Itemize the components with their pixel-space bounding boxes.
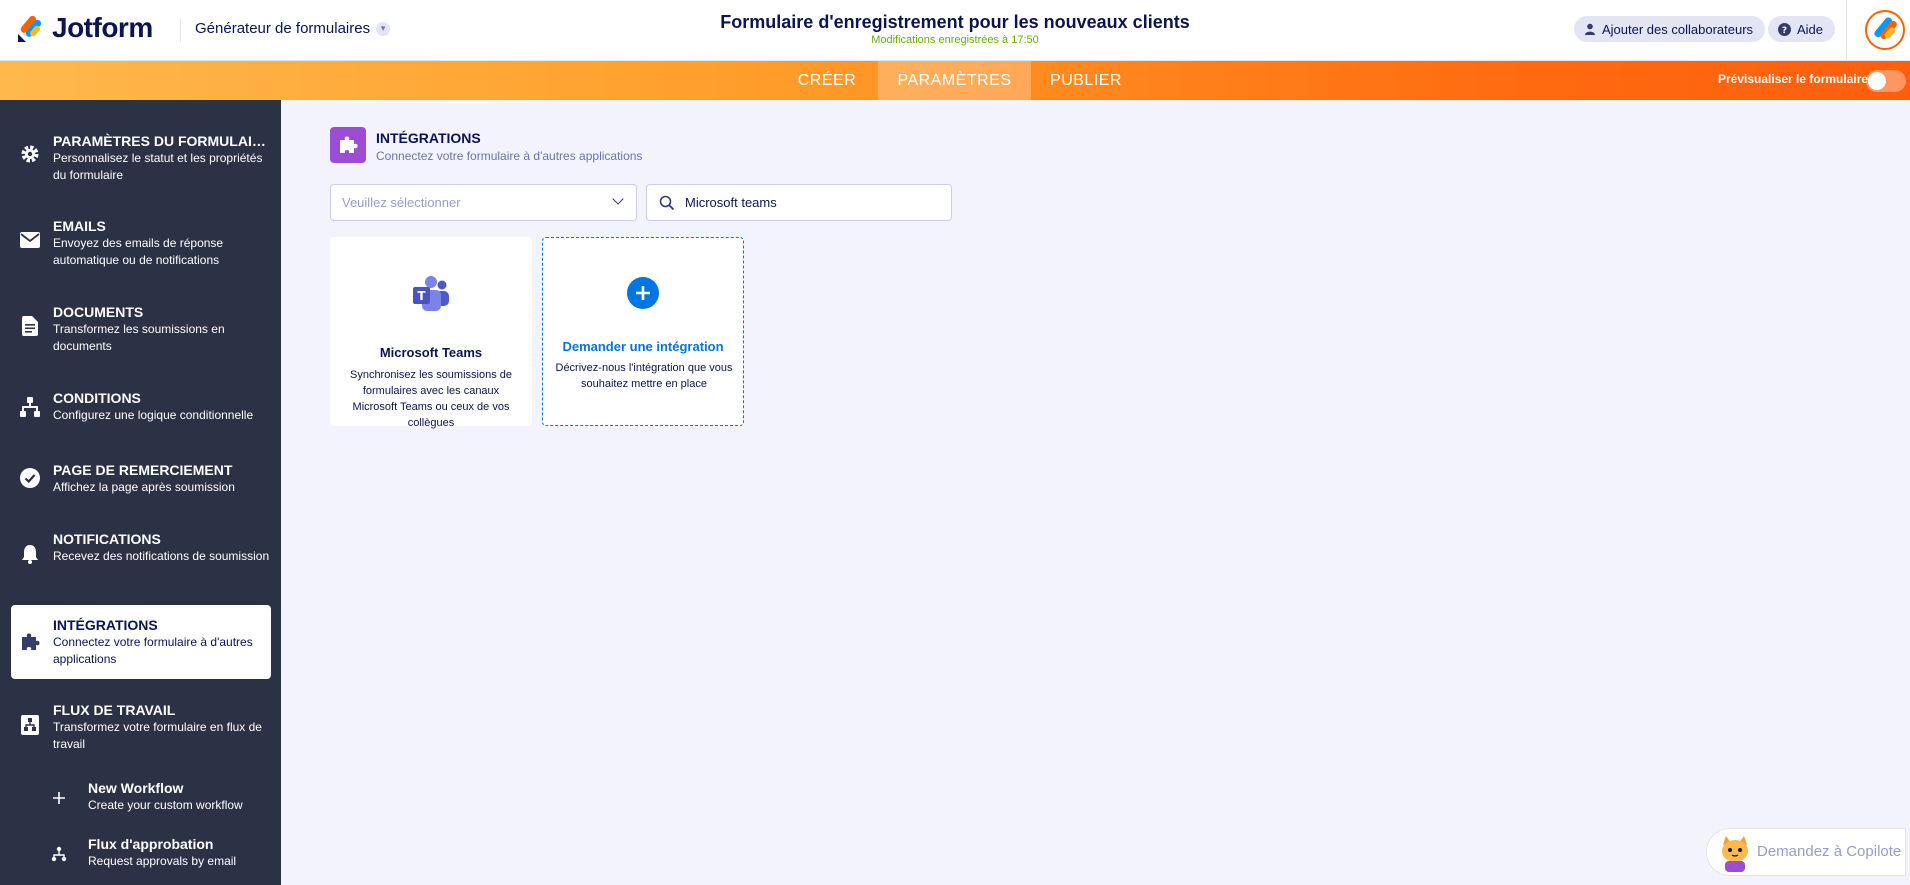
card-description: Décrivez-nous l'intégration que vous sou… [555, 362, 733, 390]
settings-sidebar: PARAMÈTRES DU FORMULAIRE Personnalisez l… [0, 100, 281, 885]
section-description: Connectez votre formulaire à d'autres ap… [376, 149, 643, 163]
sidebar-item-title: INTÉGRATIONS [53, 617, 158, 633]
puzzle-icon [19, 631, 41, 653]
sidebar-item-title: CONDITIONS [53, 390, 141, 406]
sidebar-item-notifications[interactable]: NOTIFICATIONS Recevez des notifications … [11, 521, 271, 585]
sidebar-item-title: FLUX DE TRAVAIL [53, 702, 176, 718]
sidebar-item-thank-you-page[interactable]: PAGE DE REMERCIEMENT Affichez la page ap… [11, 452, 271, 502]
subitem-desc: Create your custom workflow [88, 798, 243, 812]
tab-publish[interactable]: PUBLIER [1031, 61, 1141, 100]
sidebar-item-conditions[interactable]: CONDITIONS Configurez une logique condit… [11, 380, 271, 430]
avatar-logo-icon [1874, 17, 1897, 40]
card-title: Microsoft Teams [379, 345, 483, 360]
sidebar-item-emails[interactable]: EMAILS Envoyez des emails de réponse aut… [11, 208, 271, 272]
card-description: Synchronisez les soumissions de formulai… [349, 369, 513, 429]
copilot-button[interactable]: Demandez à Copilote [1706, 828, 1906, 876]
chevron-down-icon [612, 193, 624, 205]
sidebar-subitem-new-workflow[interactable]: New Workflow Create your custom workflow [50, 780, 270, 820]
puzzle-icon [340, 136, 358, 153]
check-circle-icon [19, 467, 41, 489]
add-collaborators-button[interactable]: Ajouter des collaborateurs [1574, 16, 1766, 42]
subitem-desc: Request approvals by email [88, 854, 237, 868]
collaborators-label: Ajouter des collaborateurs [1602, 21, 1754, 37]
question-icon: ? [1778, 22, 1791, 36]
bell-icon [19, 543, 41, 565]
copilot-label: Demandez à Copilote [1757, 843, 1902, 860]
sidebar-item-title: NOTIFICATIONS [53, 531, 161, 547]
sidebar-item-desc: Affichez la page après soumission [53, 480, 235, 494]
sidebar-item-form-settings[interactable]: PARAMÈTRES DU FORMULAIRE Personnalisez l… [11, 123, 271, 187]
microsoft-teams-icon: T [413, 276, 449, 311]
section-title: INTÉGRATIONS [376, 130, 481, 146]
sidebar-item-desc: Transformez les soumissions en documents [53, 322, 225, 353]
document-icon [19, 315, 41, 337]
search-icon [659, 195, 675, 211]
sidebar-item-desc: Transformez votre formulaire en flux de … [53, 720, 262, 751]
search-input[interactable] [685, 185, 945, 220]
copilot-avatar-icon [1722, 836, 1748, 872]
sidebar-item-integrations[interactable]: INTÉGRATIONS Connectez votre formulaire … [11, 605, 271, 679]
sidebar-item-desc: Configurez une logique conditionnelle [53, 408, 254, 422]
preview-toggle[interactable] [1866, 70, 1906, 92]
integrations-section-icon [330, 127, 366, 163]
preview-label: Prévisualiser le formulaire [1718, 72, 1869, 86]
gear-icon [19, 143, 41, 165]
hierarchy-icon [19, 396, 41, 418]
subitem-title: Flux d'approbation [88, 836, 214, 852]
plus-icon [50, 789, 68, 807]
sidebar-item-title: DOCUMENTS [53, 304, 144, 320]
subitem-title: New Workflow [88, 780, 184, 796]
plus-circle-icon [627, 277, 659, 309]
toggle-knob [1868, 72, 1886, 90]
envelope-icon [19, 229, 41, 251]
category-select[interactable]: Veuillez sélectionner [330, 184, 637, 221]
sidebar-item-documents[interactable]: DOCUMENTS Transformez les soumissions en… [11, 294, 271, 358]
help-button[interactable]: ? Aide [1768, 16, 1836, 42]
approval-flow-icon [50, 845, 68, 863]
workflow-icon [19, 714, 41, 736]
integration-card-microsoft-teams[interactable]: T Microsoft Teams Synchronisez les soumi… [330, 237, 532, 429]
sidebar-item-desc: Connectez votre formulaire à d'autres ap… [53, 635, 253, 666]
sidebar-item-title: PARAMÈTRES DU FORMULAIRE [53, 133, 267, 149]
select-placeholder: Veuillez sélectionner [342, 195, 461, 210]
top-header: Jotform Générateur de formulaires ▾ Form… [0, 0, 1910, 61]
tab-settings[interactable]: PARAMÈTRES [878, 61, 1031, 100]
sidebar-item-title: EMAILS [53, 218, 106, 234]
sidebar-item-desc: Envoyez des emails de réponse automatiqu… [53, 236, 224, 267]
request-integration-card[interactable]: Demander une intégration Décrivez-nous l… [542, 237, 744, 426]
svg-text:?: ? [1782, 26, 1787, 36]
card-title: Demander une intégration [562, 339, 724, 354]
user-icon [1585, 23, 1595, 35]
help-label: Aide [1797, 21, 1824, 37]
svg-text:T: T [417, 289, 426, 303]
sidebar-item-desc: Recevez des notifications de soumission [53, 549, 270, 563]
sidebar-item-workflows[interactable]: FLUX DE TRAVAIL Transformez votre formul… [11, 692, 271, 756]
builder-nav-bar: CRÉER PARAMÈTRES PUBLIER Prévisualiser l… [0, 61, 1910, 100]
sidebar-subitem-approval-flow[interactable]: Flux d'approbation Request approvals by … [50, 836, 270, 876]
account-area [1846, 0, 1910, 60]
tab-create[interactable]: CRÉER [778, 61, 876, 100]
sidebar-item-desc: Personnalisez le statut et les propriété… [53, 151, 263, 182]
sidebar-item-title: PAGE DE REMERCIEMENT [53, 462, 233, 478]
integration-search[interactable] [646, 184, 952, 221]
user-avatar[interactable] [1865, 10, 1905, 50]
